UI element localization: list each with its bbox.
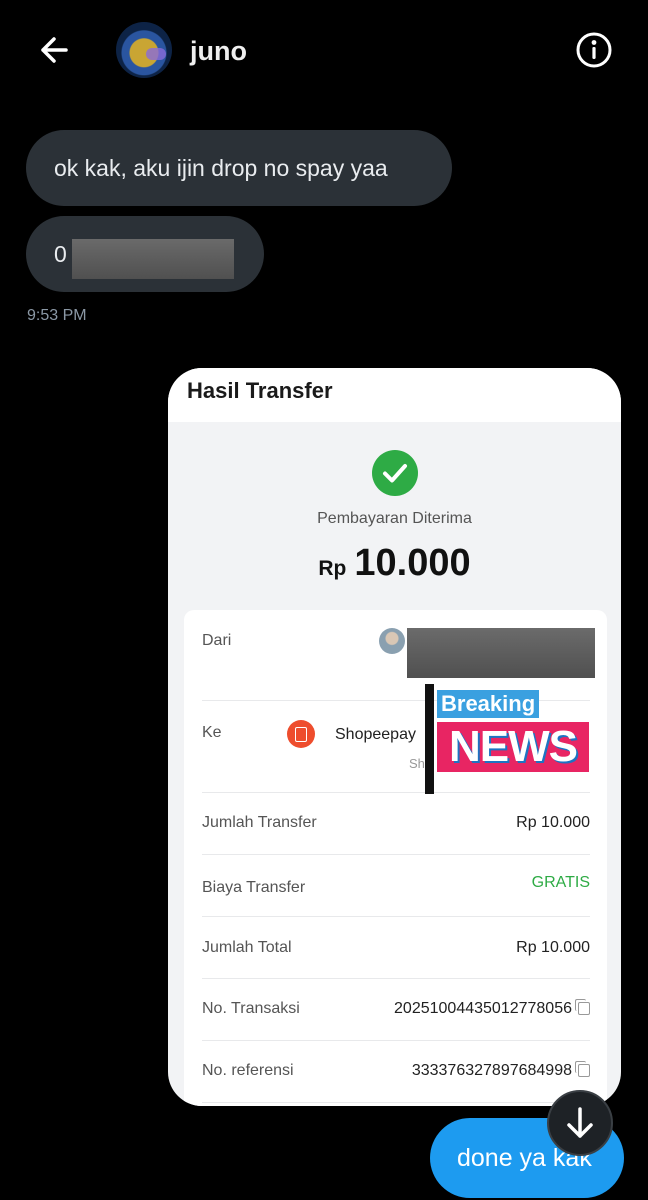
amount: Rp 10.000 — [168, 542, 621, 585]
transaction-number: 20251004435012778056 — [394, 1000, 572, 1017]
reference-number: 333376327897684998 — [411, 1062, 572, 1079]
shopee-icon — [287, 720, 315, 748]
receipt-header: Hasil Transfer — [168, 368, 621, 422]
row-label: Jumlah Total — [202, 939, 292, 956]
row-label: No. Transaksi — [202, 1000, 300, 1017]
redaction-block — [72, 239, 234, 279]
breaking-label: Breaking — [437, 690, 540, 718]
detail-row: Biaya Transfer GRATIS — [202, 854, 590, 917]
message-timestamp: 9:53 PM — [27, 307, 87, 324]
detail-row: No. Transaksi 20251004435012778056 — [202, 978, 590, 1041]
row-value: 333376327897684998 — [411, 1061, 590, 1080]
row-label: Biaya Transfer — [202, 879, 306, 896]
row-value: 20251004435012778056 — [394, 999, 590, 1018]
chat-header: juno — [0, 0, 648, 100]
from-label: Dari — [202, 632, 232, 649]
detail-row: Jumlah Total Rp 10.000 — [202, 916, 590, 979]
to-label: Ke — [202, 724, 222, 741]
message-text: 0 — [54, 241, 67, 267]
back-button[interactable] — [36, 30, 76, 70]
redaction-block — [407, 628, 595, 678]
amount-value: 10.000 — [354, 542, 471, 584]
check-icon — [372, 450, 418, 496]
copy-icon — [575, 1061, 590, 1078]
recipient-name: Shopeepay — [335, 726, 416, 743]
row-value: Rp 10.000 — [516, 939, 590, 956]
currency: Rp — [318, 557, 347, 580]
avatar[interactable] — [116, 22, 172, 78]
row-label: Jumlah Transfer — [202, 814, 317, 831]
arrow-down-icon — [567, 1107, 593, 1138]
row-value: GRATIS — [531, 874, 590, 891]
recipient-sub: Sh — [409, 756, 425, 771]
news-label: NEWS — [437, 722, 589, 772]
copy-icon — [575, 999, 590, 1016]
payment-status: Pembayaran Diterima — [317, 510, 472, 527]
contact-name[interactable]: juno — [190, 36, 247, 67]
receipt-title: Hasil Transfer — [187, 378, 333, 403]
detail-row: Jumlah Transfer Rp 10.000 — [202, 792, 590, 855]
sender-avatar — [379, 628, 405, 654]
detail-row: No. referensi 333376327897684998 — [202, 1040, 590, 1103]
info-circle-icon — [576, 32, 612, 68]
scroll-to-bottom-button[interactable] — [547, 1090, 613, 1156]
arrow-left-icon — [41, 37, 68, 63]
info-button[interactable] — [574, 30, 614, 70]
breaking-news-sticker: Breaking NEWS — [425, 684, 595, 794]
row-label: No. referensi — [202, 1062, 294, 1079]
message-bubble-incoming[interactable]: ok kak, aku ijin drop no spay yaa — [26, 130, 452, 206]
row-value: Rp 10.000 — [516, 814, 590, 831]
